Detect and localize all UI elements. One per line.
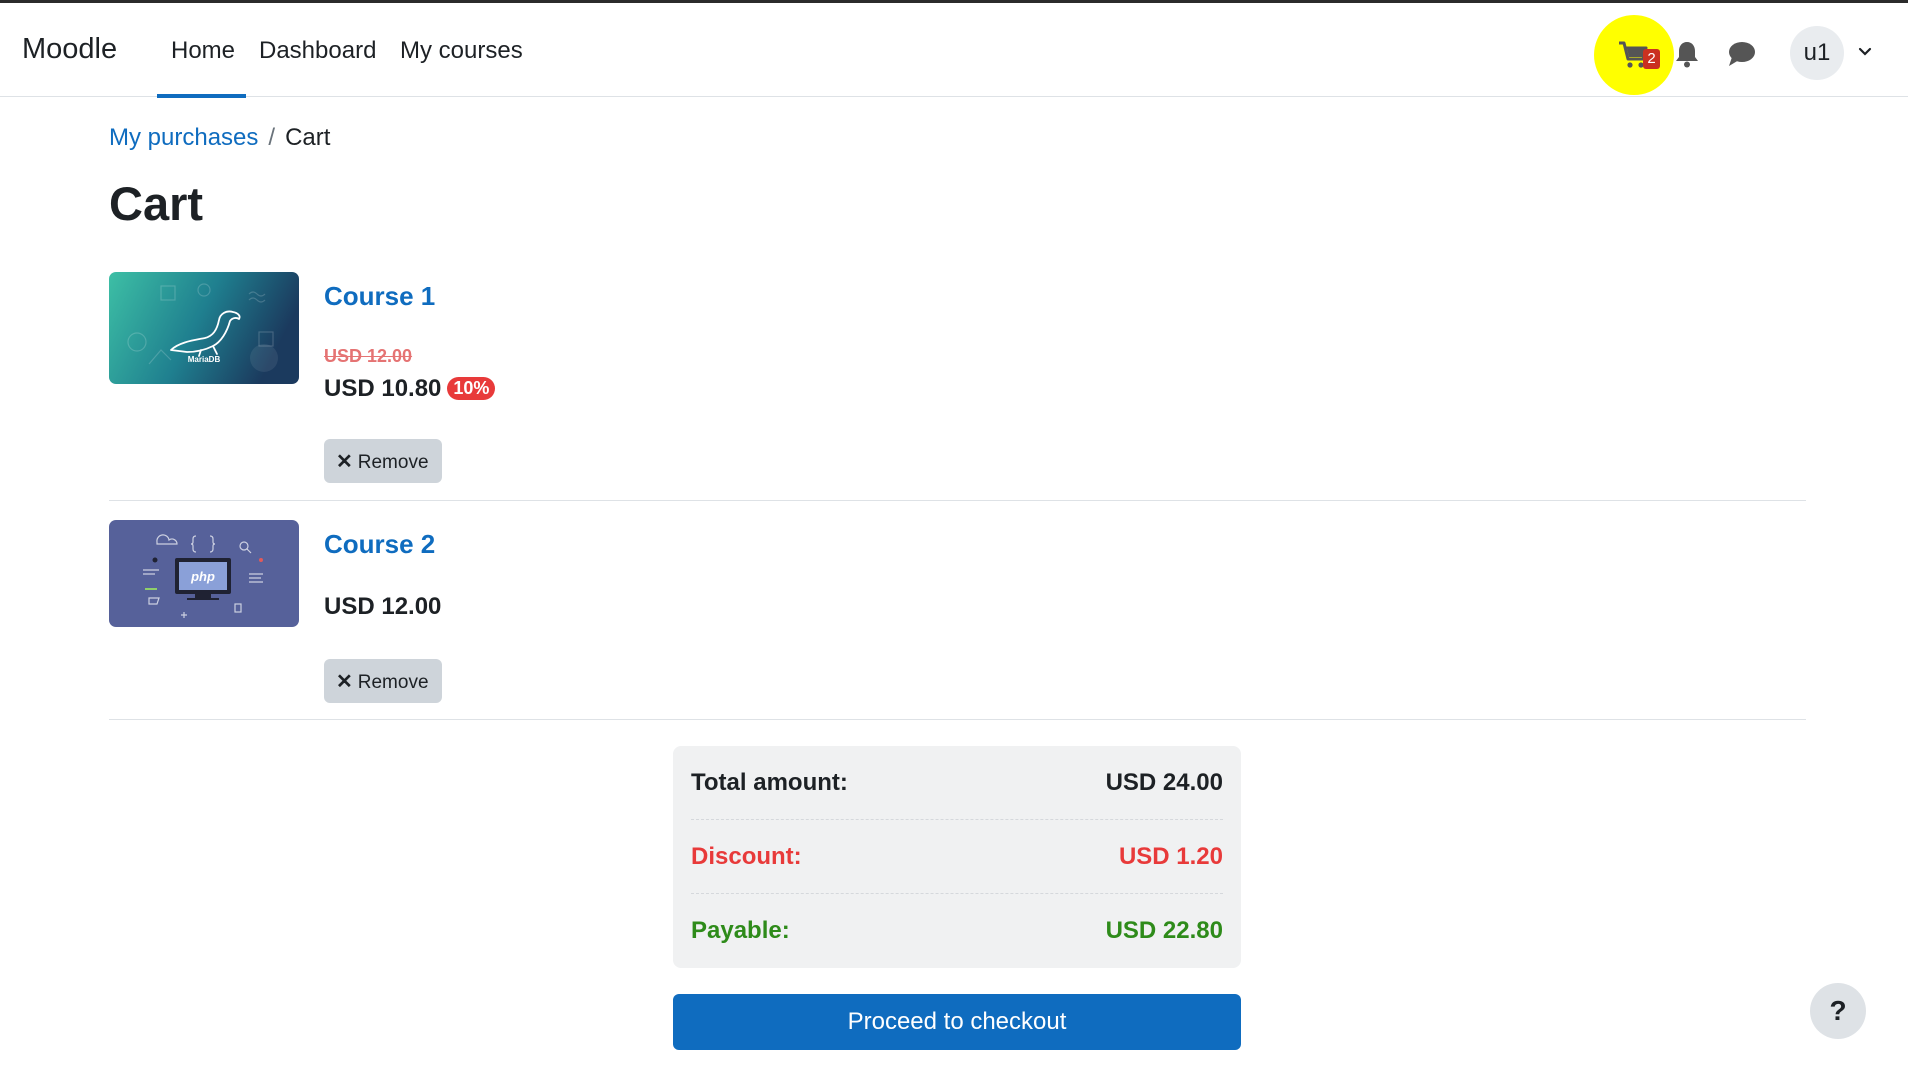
course-1-thumbnail[interactable]: MariaDB	[109, 272, 299, 384]
proceed-to-checkout-button[interactable]: Proceed to checkout	[673, 994, 1241, 1050]
breadcrumb-current: Cart	[285, 124, 331, 151]
course-1-remove-label: Remove	[357, 451, 429, 473]
top-navbar: Moodle Home Dashboard My courses 2 u1	[0, 0, 1908, 98]
close-icon: ✕	[336, 670, 353, 693]
breadcrumb-separator: /	[268, 124, 276, 151]
course-1-price: USD 10.80	[324, 375, 442, 402]
summary-total-row: Total amount: USD 24.00	[691, 746, 1223, 820]
nav-active-indicator	[157, 94, 246, 98]
close-icon: ✕	[336, 450, 353, 473]
course-2-remove-button[interactable]: ✕ Remove	[324, 659, 442, 703]
breadcrumb-my-purchases[interactable]: My purchases	[109, 124, 258, 151]
nav-link-dashboard[interactable]: Dashboard	[259, 37, 376, 65]
chevron-down-icon[interactable]	[1857, 44, 1873, 60]
total-amount-label: Total amount:	[691, 769, 848, 796]
payable-label: Payable:	[691, 917, 790, 944]
help-button[interactable]: ?	[1810, 983, 1866, 1039]
course-1-discount-badge: 10%	[447, 377, 496, 400]
user-avatar[interactable]: u1	[1790, 26, 1844, 80]
site-brand[interactable]: Moodle	[22, 33, 117, 66]
course-2-remove-label: Remove	[357, 671, 429, 693]
breadcrumb: My purchases / Cart	[109, 124, 330, 152]
course-1-thumbnail-label: MariaDB	[188, 355, 221, 364]
chat-icon[interactable]	[1727, 41, 1757, 67]
course-2-price: USD 12.00	[324, 593, 442, 620]
course-1-price-line: USD 10.80 10%	[324, 375, 496, 403]
order-summary: Total amount: USD 24.00 Discount: USD 1.…	[673, 746, 1241, 968]
course-1-remove-button[interactable]: ✕ Remove	[324, 439, 442, 483]
discount-value: USD 1.20	[1118, 843, 1223, 870]
course-1-link[interactable]: Course 1	[324, 281, 435, 312]
course-1-original-price: USD 12.00	[324, 346, 413, 366]
page-title: Cart	[109, 177, 204, 230]
total-amount-value: USD 24.00	[1105, 769, 1223, 796]
course-2-thumbnail-label: php	[190, 569, 215, 584]
summary-payable-row: Payable: USD 22.80	[691, 894, 1223, 968]
payable-value: USD 22.80	[1105, 917, 1223, 944]
course-2-thumbnail[interactable]: php	[109, 520, 299, 627]
nav-link-home[interactable]: Home	[171, 37, 235, 65]
bell-icon[interactable]	[1674, 40, 1700, 68]
cart-count-badge: 2	[1643, 49, 1660, 69]
course-2-link[interactable]: Course 2	[324, 529, 435, 560]
summary-discount-row: Discount: USD 1.20	[691, 820, 1223, 894]
nav-link-my-courses[interactable]: My courses	[400, 37, 523, 65]
cart-item: MariaDB Course 1 USD 12.00 USD 10.80 10% …	[109, 272, 1806, 501]
cart-item: php Course 2 USD 12.00 ✕ Remove	[109, 520, 1806, 720]
discount-label: Discount:	[691, 843, 802, 870]
